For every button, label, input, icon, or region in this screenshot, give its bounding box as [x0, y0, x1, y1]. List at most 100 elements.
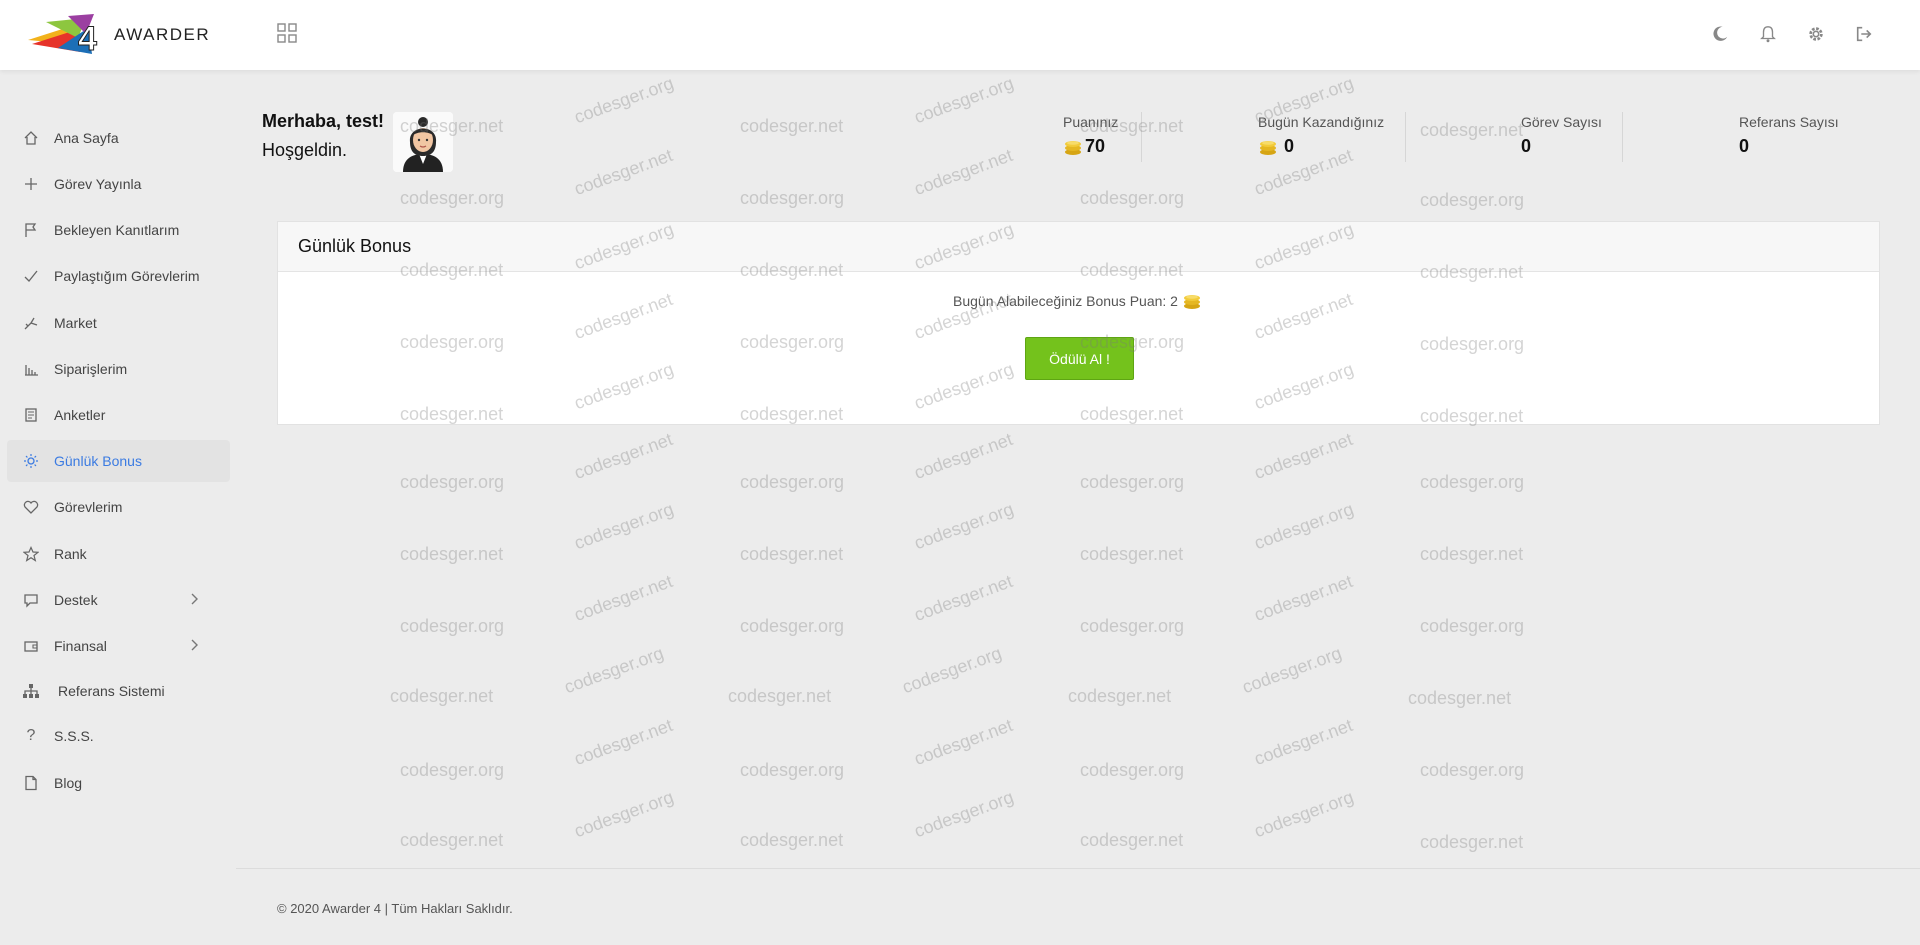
sidebar-item-label: Market — [54, 315, 97, 331]
daily-bonus-card: Günlük Bonus Bugün Alabileceğiniz Bonus … — [277, 221, 1880, 425]
watermark-text: codesger.org — [1239, 642, 1345, 698]
greeting: Merhaba, test! Hoşgeldin. — [262, 111, 384, 161]
grid-menu-icon[interactable] — [277, 23, 297, 43]
logout-icon[interactable] — [1852, 22, 1876, 46]
sidebar-item-label: Günlük Bonus — [54, 453, 142, 469]
stat-value-row: 0 — [1739, 136, 1839, 157]
watermark-text: codesger.org — [911, 786, 1017, 842]
watermark-text: codesger.net — [390, 686, 494, 706]
watermark-text: codesger.org — [400, 616, 505, 636]
watermark-text: codesger.org — [1420, 472, 1525, 492]
sidebar-item-gorevlerim[interactable]: Görevlerim — [7, 486, 230, 528]
sidebar: Ana Sayfa Görev Yayınla Bekleyen Kanıtla… — [0, 70, 236, 945]
sidebar-item-gunluk-bonus[interactable]: Günlük Bonus — [7, 440, 230, 482]
moon-icon[interactable] — [1708, 22, 1732, 46]
watermark-text: codesger.net — [1420, 120, 1524, 140]
watermark-text: codesger.net — [1251, 571, 1356, 626]
stat-value-row: 70 — [1063, 136, 1118, 157]
watermark-text: codesger.org — [740, 616, 845, 636]
sidebar-item-label: Görev Yayınla — [54, 176, 142, 192]
avatar[interactable] — [393, 112, 453, 172]
watermark-text: codesger.net — [400, 830, 504, 850]
sidebar-item-label: Ana Sayfa — [54, 130, 119, 146]
watermark-text: codesger.net — [911, 715, 1016, 770]
watermark-text: codesger.org — [400, 472, 505, 492]
sidebar-item-blog[interactable]: Blog — [7, 762, 230, 804]
watermark-text: codesger.org — [1080, 616, 1185, 636]
card-title: Günlük Bonus — [278, 222, 1879, 272]
greeting-subtitle: Hoşgeldin. — [262, 140, 348, 160]
market-icon — [22, 314, 40, 332]
stat-value-row: 0 — [1258, 136, 1384, 157]
watermark-text: codesger.net — [911, 571, 1016, 626]
stat-label: Bugün Kazandığınız — [1258, 114, 1385, 130]
bonus-text: Bugün Alabileceğiniz Bonus Puan: 2 — [953, 293, 1178, 309]
watermark-text: codesger.org — [571, 498, 677, 554]
sidebar-item-siparislerim[interactable]: Siparişlerim — [7, 348, 230, 390]
sidebar-item-label: Paylaştığım Görevlerim — [54, 268, 200, 284]
watermark-text: codesger.org — [400, 760, 505, 780]
watermark-text: codesger.org — [571, 72, 677, 128]
watermark-text: codesger.org — [1080, 188, 1185, 208]
watermark-text: codesger.org — [1251, 498, 1357, 554]
watermark-text: codesger.net — [1408, 688, 1512, 708]
watermark-text: codesger.org — [911, 72, 1017, 128]
sidebar-item-gorev-yayinla[interactable]: Görev Yayınla — [7, 163, 230, 205]
stat-label: Puanınız — [1063, 114, 1119, 130]
watermark-text: codesger.org — [899, 642, 1005, 698]
watermark-text: codesger.net — [571, 145, 676, 200]
sidebar-item-paylastigim-gorevlerim[interactable]: Paylaştığım Görevlerim — [7, 255, 230, 297]
top-header: 4 AWARDER — [0, 0, 1920, 70]
coin-icon — [1260, 140, 1276, 155]
watermark-text: codesger.net — [1251, 429, 1356, 484]
bonus-info: Bugün Alabileceğiniz Bonus Puan: 2 — [278, 292, 1879, 310]
check-icon — [22, 267, 40, 285]
coin-icon — [1065, 140, 1081, 155]
sidebar-item-referans-sistemi[interactable]: Referans Sistemi — [7, 670, 230, 712]
sidebar-item-label: Finansal — [54, 638, 107, 654]
stat-value: 0 — [1521, 136, 1532, 156]
sitemap-icon — [22, 682, 40, 700]
flag-icon — [22, 221, 40, 239]
gear-icon[interactable] — [1804, 22, 1828, 46]
svg-text:4: 4 — [78, 20, 97, 56]
greeting-title: Merhaba, test! — [262, 111, 385, 131]
coin-icon — [1183, 295, 1200, 309]
watermark-text: codesger.org — [571, 786, 677, 842]
watermark-text: codesger.net — [1068, 686, 1172, 706]
sidebar-item-finansal[interactable]: Finansal — [7, 625, 230, 667]
watermark-text: codesger.org — [561, 642, 667, 698]
watermark-text: codesger.net — [571, 571, 676, 626]
claim-reward-button[interactable]: Ödülü Al ! — [1025, 337, 1134, 380]
stat-value: 0 — [1739, 136, 1750, 156]
stat-value-row: 0 — [1521, 136, 1602, 157]
stat-label: Referans Sayısı — [1739, 114, 1839, 130]
sidebar-item-label: Görevlerim — [54, 499, 123, 515]
sidebar-item-label: S.S.S. — [54, 728, 94, 744]
sidebar-item-label: Siparişlerim — [54, 361, 128, 377]
logo-text: AWARDER — [114, 25, 211, 44]
sidebar-item-label: Destek — [54, 592, 98, 608]
watermark-text: codesger.org — [740, 472, 845, 492]
sidebar-item-destek[interactable]: Destek — [7, 579, 230, 621]
bell-icon[interactable] — [1756, 22, 1780, 46]
logo-mark-icon: 4 — [28, 14, 98, 56]
sidebar-item-ana-sayfa[interactable]: Ana Sayfa — [7, 117, 230, 159]
watermark-text: codesger.org — [400, 188, 505, 208]
sidebar-item-market[interactable]: Market — [7, 302, 230, 344]
watermark-text: codesger.net — [911, 429, 1016, 484]
sidebar-item-rank[interactable]: Rank — [7, 533, 230, 575]
sidebar-item-anketler[interactable]: Anketler — [7, 394, 230, 436]
watermark-text: codesger.org — [1080, 472, 1185, 492]
question-icon: ? — [26, 727, 36, 744]
watermark-text: codesger.org — [740, 760, 845, 780]
app-logo[interactable]: 4 AWARDER — [28, 14, 210, 56]
sidebar-item-bekleyen-kanitlarim[interactable]: Bekleyen Kanıtlarım — [7, 209, 230, 251]
sidebar-item-sss[interactable]: ? S.S.S. — [7, 715, 230, 757]
bar-chart-icon — [22, 360, 40, 378]
stat-divider — [1141, 112, 1142, 162]
stat-value: 0 — [1284, 136, 1295, 156]
star-icon — [22, 545, 40, 563]
watermark-text: codesger.net — [400, 544, 504, 564]
sidebar-item-label: Blog — [54, 775, 83, 791]
